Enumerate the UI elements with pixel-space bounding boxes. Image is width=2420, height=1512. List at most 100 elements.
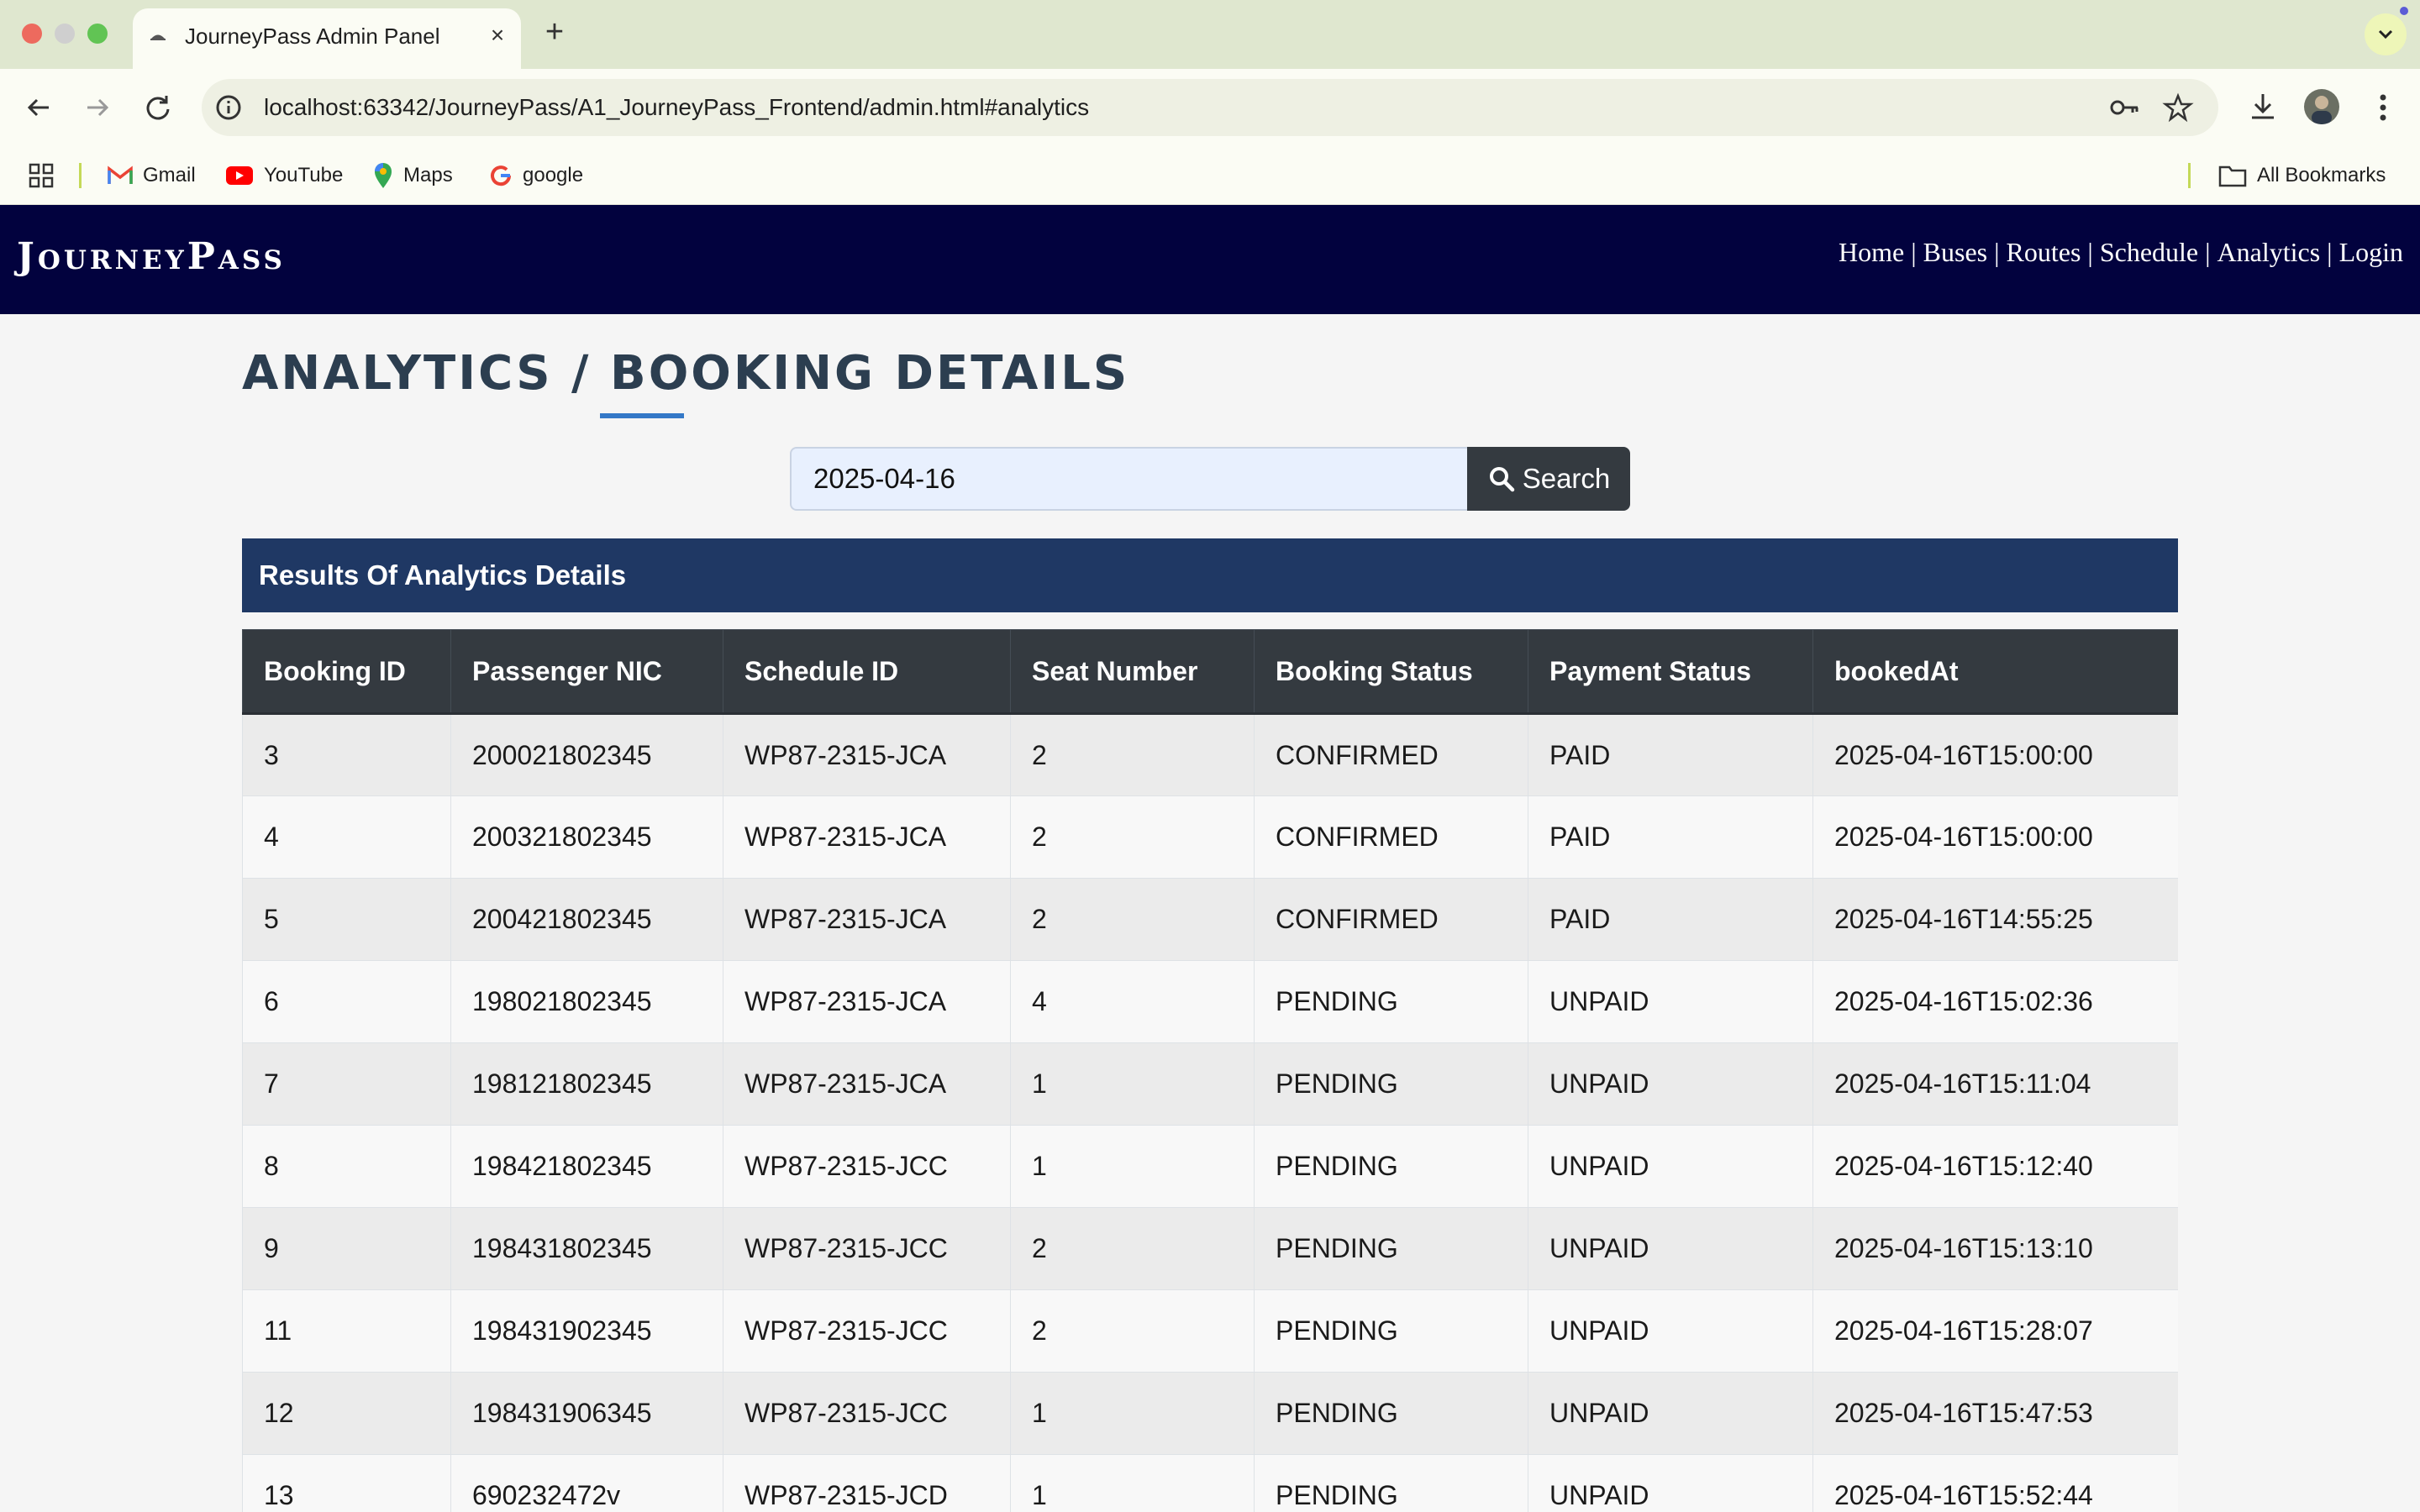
table-cell: 2025-04-16T15:02:36: [1812, 960, 2178, 1043]
apps-grid-button[interactable]: [29, 161, 64, 190]
table-cell: 6: [242, 960, 451, 1043]
table-cell: WP87-2315-JCA: [723, 960, 1011, 1043]
title-underline: [600, 413, 684, 418]
table-cell: 198121802345: [450, 1042, 723, 1126]
minimize-window-button[interactable]: [55, 24, 75, 44]
kebab-menu-icon[interactable]: [2366, 89, 2400, 126]
table-cell: WP87-2315-JCC: [723, 1289, 1011, 1373]
apps-grid-icon: [29, 163, 54, 188]
brand-logo[interactable]: JourneyPass: [17, 235, 286, 278]
maximize-window-button[interactable]: [87, 24, 108, 44]
bookmark-label: google: [523, 164, 584, 186]
close-window-button[interactable]: [22, 24, 42, 44]
nav-separator: |: [1994, 237, 2000, 267]
results-heading: Results Of Analytics Details: [242, 538, 2178, 612]
table-cell: 9: [242, 1207, 451, 1290]
bookmark-label: Maps: [403, 164, 453, 186]
table-row: 9 198431802345 WP87-2315-JCC 2 PENDING UNPAID…: [242, 1207, 2178, 1290]
nav-analytics[interactable]: Analytics: [2217, 237, 2321, 267]
bookmarks-divider: [79, 163, 82, 188]
bookmark-star-icon[interactable]: [2161, 91, 2195, 124]
table-cell: 2025-04-16T15:00:00: [1812, 713, 2178, 796]
column-header: Schedule ID: [723, 629, 1011, 715]
table-cell: 2: [1010, 713, 1255, 796]
table-cell: 3: [242, 713, 451, 796]
youtube-icon: [226, 166, 253, 185]
bookmark-gmail[interactable]: Gmail: [108, 161, 196, 190]
table-cell: 200021802345: [450, 713, 723, 796]
back-arrow-icon[interactable]: [18, 87, 59, 128]
table-row: 5 200421802345 WP87-2315-JCA 2 CONFIRMED PAID…: [242, 878, 2178, 961]
table-cell: WP87-2315-JCA: [723, 878, 1011, 961]
profile-avatar[interactable]: [2304, 89, 2339, 124]
table-cell: CONFIRMED: [1254, 878, 1528, 961]
table-cell: WP87-2315-JCA: [723, 1042, 1011, 1126]
table-cell: UNPAID: [1528, 960, 1813, 1043]
table-cell: PAID: [1528, 713, 1813, 796]
table-cell: 11: [242, 1289, 451, 1373]
site-header: JourneyPass Home | Buses | Routes | Schedule | A…: [0, 205, 2420, 314]
table-cell: 7: [242, 1042, 451, 1126]
table-cell: 2: [1010, 878, 1255, 961]
table-row: 11 198431902345 WP87-2315-JCC 2 PENDING UNPAI…: [242, 1289, 2178, 1373]
column-header: Seat Number: [1010, 629, 1255, 715]
bookmarks-bar: Gmail YouTube Maps google All Bookmarks: [0, 146, 2420, 205]
tab-title: JourneyPass Admin Panel: [185, 24, 440, 49]
table-row: 12 198431906345 WP87-2315-JCC 1 PENDING UNPAI…: [242, 1372, 2178, 1455]
nav-separator: |: [2205, 237, 2211, 267]
bookings-table-container[interactable]: Booking ID Passenger NIC Schedule ID Sea…: [242, 629, 2178, 1512]
table-cell: WP87-2315-JCC: [723, 1372, 1011, 1455]
table-cell: WP87-2315-JCA: [723, 795, 1011, 879]
table-cell: WP87-2315-JCA: [723, 713, 1011, 796]
bookmark-maps[interactable]: Maps: [373, 161, 453, 190]
bookings-table: Booking ID Passenger NIC Schedule ID Sea…: [242, 629, 2178, 1512]
table-cell: 2025-04-16T14:55:25: [1812, 878, 2178, 961]
table-cell: 8: [242, 1125, 451, 1208]
table-cell: 198431802345: [450, 1207, 723, 1290]
bookmark-youtube[interactable]: YouTube: [225, 161, 343, 190]
search-button-label: Search: [1522, 463, 1611, 494]
table-cell: CONFIRMED: [1254, 795, 1528, 879]
table-cell: 200421802345: [450, 878, 723, 961]
search-button[interactable]: Search: [1467, 447, 1630, 511]
bookmarks-divider: [2188, 163, 2191, 188]
table-cell: 1: [1010, 1372, 1255, 1455]
table-cell: 2: [1010, 1207, 1255, 1290]
browser-tab[interactable]: JourneyPass Admin Panel ×: [133, 8, 521, 69]
table-cell: 4: [1010, 960, 1255, 1043]
table-cell: UNPAID: [1528, 1042, 1813, 1126]
table-cell: 2: [1010, 795, 1255, 879]
tab-search-button[interactable]: [2365, 13, 2407, 55]
all-bookmarks-button[interactable]: All Bookmarks: [2218, 161, 2386, 190]
nav-separator: |: [1911, 237, 1917, 267]
password-key-icon[interactable]: [2107, 92, 2141, 123]
table-cell: 198421802345: [450, 1125, 723, 1208]
search-date-input[interactable]: [790, 447, 1469, 511]
table-cell: 2025-04-16T15:28:07: [1812, 1289, 2178, 1373]
reload-icon[interactable]: [138, 87, 178, 128]
column-header: Payment Status: [1528, 629, 1813, 715]
address-bar[interactable]: localhost:63342/JourneyPass/A1_JourneyPa…: [202, 79, 2218, 136]
column-header: bookedAt: [1812, 629, 2178, 715]
table-cell: UNPAID: [1528, 1289, 1813, 1373]
nav-buses[interactable]: Buses: [1923, 237, 1987, 267]
nav-home[interactable]: Home: [1839, 237, 1904, 267]
nav-login[interactable]: Login: [2339, 237, 2403, 267]
table-cell: PENDING: [1254, 960, 1528, 1043]
table-cell: 198431906345: [450, 1372, 723, 1455]
new-tab-button[interactable]: +: [538, 15, 571, 49]
table-cell: 4: [242, 795, 451, 879]
page-title: ANALYTICS / BOOKING DETAILS: [242, 346, 1130, 401]
chevron-down-icon: [2378, 29, 2393, 39]
table-cell: 2025-04-16T15:12:40: [1812, 1125, 2178, 1208]
close-tab-icon[interactable]: ×: [486, 24, 509, 47]
nav-schedule[interactable]: Schedule: [2100, 237, 2198, 267]
nav-routes[interactable]: Routes: [2007, 237, 2081, 267]
table-cell: WP87-2315-JCC: [723, 1207, 1011, 1290]
bookmark-google[interactable]: google: [489, 161, 583, 190]
table-row: 3 200021802345 WP87-2315-JCA 2 CONFIRMED PAID…: [242, 713, 2178, 796]
table-cell: 690232472v: [450, 1454, 723, 1512]
site-info-icon[interactable]: [213, 92, 244, 123]
forward-arrow-icon[interactable]: [77, 87, 118, 128]
download-icon[interactable]: [2244, 87, 2282, 126]
